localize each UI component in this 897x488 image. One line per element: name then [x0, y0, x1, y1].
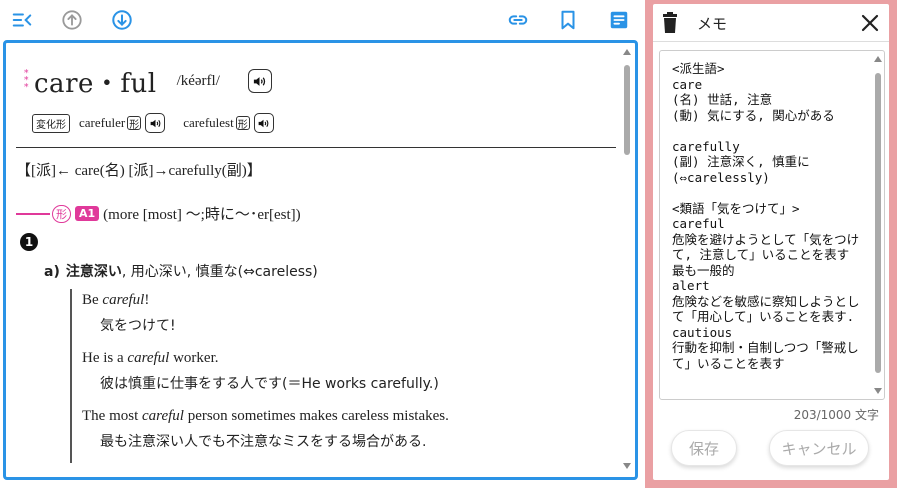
- divider: [16, 147, 616, 148]
- example-english: Be careful!: [82, 292, 150, 308]
- pronunciation: /kéərfl/: [176, 72, 220, 89]
- dictionary-pane: * * * care・ful /kéərfl/ 変化形 carefuler 形 …: [3, 40, 638, 480]
- memo-char-count: 203/1000 文字: [793, 408, 879, 422]
- memo-card: メモ <派生語> care (名) 世話, 注意 (動) 気にする, 関心がある…: [653, 4, 889, 480]
- example-item: Be careful! 気をつけて!: [82, 289, 550, 337]
- arrow-down-circle-icon[interactable]: [110, 8, 134, 32]
- dictionary-scrollbar[interactable]: [621, 45, 633, 473]
- sub-sense-main-meaning: 注意深い: [65, 264, 122, 280]
- headword-row: * * * care・ful /kéərfl/: [24, 61, 272, 101]
- arrow-up-circle-icon[interactable]: [60, 8, 84, 32]
- superlative-sound-button[interactable]: [253, 113, 274, 133]
- memo-scrollbar[interactable]: [873, 53, 883, 397]
- pos-adjective-badge: 形: [52, 204, 71, 223]
- memo-title: メモ: [697, 15, 728, 33]
- importance-stars: * * *: [24, 68, 29, 93]
- memo-panel: メモ <派生語> care (名) 世話, 注意 (動) 気にする, 関心がある…: [645, 0, 897, 488]
- close-icon[interactable]: [859, 12, 881, 34]
- headword-dash: [16, 212, 50, 215]
- superlative-form: carefulest: [183, 115, 234, 130]
- pos-adjective-mark: 形: [235, 116, 250, 131]
- example-english: He is a careful worker.: [82, 350, 219, 366]
- inflection-row: 変化形 carefuler 形 carefulest 形: [32, 113, 274, 133]
- pos-adjective-mark: 形: [127, 116, 142, 131]
- example-japanese: 最も注意深い人でも不注意なミスをする場合がある.: [100, 434, 427, 450]
- scroll-thumb[interactable]: [875, 73, 881, 373]
- cefr-level-badge: A1: [75, 206, 100, 221]
- comparative-sound-button[interactable]: [145, 113, 166, 133]
- speaker-icon: [258, 119, 269, 127]
- headword: care・ful: [34, 68, 157, 99]
- scroll-down-arrow[interactable]: [874, 388, 882, 394]
- trash-icon[interactable]: [661, 12, 679, 34]
- sub-sense-other-meanings: , 用心深い, 慎重な(⇔careless): [121, 264, 318, 280]
- example-english: The most careful person sometimes makes …: [82, 408, 449, 424]
- example-item: The most careful person sometimes makes …: [82, 405, 550, 453]
- toolbar: [0, 0, 645, 40]
- save-button[interactable]: 保存: [671, 430, 737, 466]
- link-icon[interactable]: [506, 8, 530, 32]
- speaker-icon: [254, 76, 266, 86]
- memo-text[interactable]: <派生語> care (名) 世話, 注意 (動) 気にする, 関心がある ca…: [672, 61, 868, 371]
- bookmark-icon[interactable]: [556, 8, 580, 32]
- pos-note: (more [most] 〜;時に〜･er[est]): [103, 207, 301, 223]
- memo-textarea[interactable]: <派生語> care (名) 世話, 注意 (動) 気にする, 関心がある ca…: [659, 50, 885, 400]
- pronunciation-sound-button[interactable]: [247, 69, 272, 93]
- memo-header: メモ: [653, 4, 889, 42]
- cancel-button[interactable]: キャンセル: [769, 430, 869, 466]
- inflection-label: 変化形: [32, 113, 70, 133]
- example-japanese: 気をつけて!: [100, 318, 176, 334]
- etymology: 【[派]← care(名) [派]→carefully(副)】: [16, 163, 262, 179]
- dictionary-content: * * * care・ful /kéərfl/ 変化形 carefuler 形 …: [6, 43, 622, 477]
- menu-collapse-icon[interactable]: [10, 8, 34, 32]
- part-of-speech-row: 形 A1 (more [most] 〜;時に〜･er[est]): [16, 203, 301, 224]
- memo-edit-icon[interactable]: [607, 8, 631, 32]
- sense-number: 1: [20, 233, 38, 251]
- scroll-up-arrow[interactable]: [874, 56, 882, 62]
- example-japanese: 彼は慎重に仕事をする人です(＝He works carefully.): [100, 376, 439, 392]
- example-item: He is a careful worker. 彼は慎重に仕事をする人です(＝H…: [82, 347, 550, 395]
- scroll-up-arrow[interactable]: [623, 49, 631, 55]
- sub-sense-a: a) 注意深い, 用心深い, 慎重な(⇔careless): [44, 261, 318, 281]
- scroll-down-arrow[interactable]: [623, 463, 631, 469]
- example-list: Be careful! 気をつけて! He is a careful worke…: [70, 289, 550, 463]
- comparative-form: carefuler: [79, 115, 126, 130]
- speaker-icon: [150, 119, 161, 127]
- sub-sense-label: a): [44, 264, 60, 280]
- scroll-thumb[interactable]: [624, 65, 630, 155]
